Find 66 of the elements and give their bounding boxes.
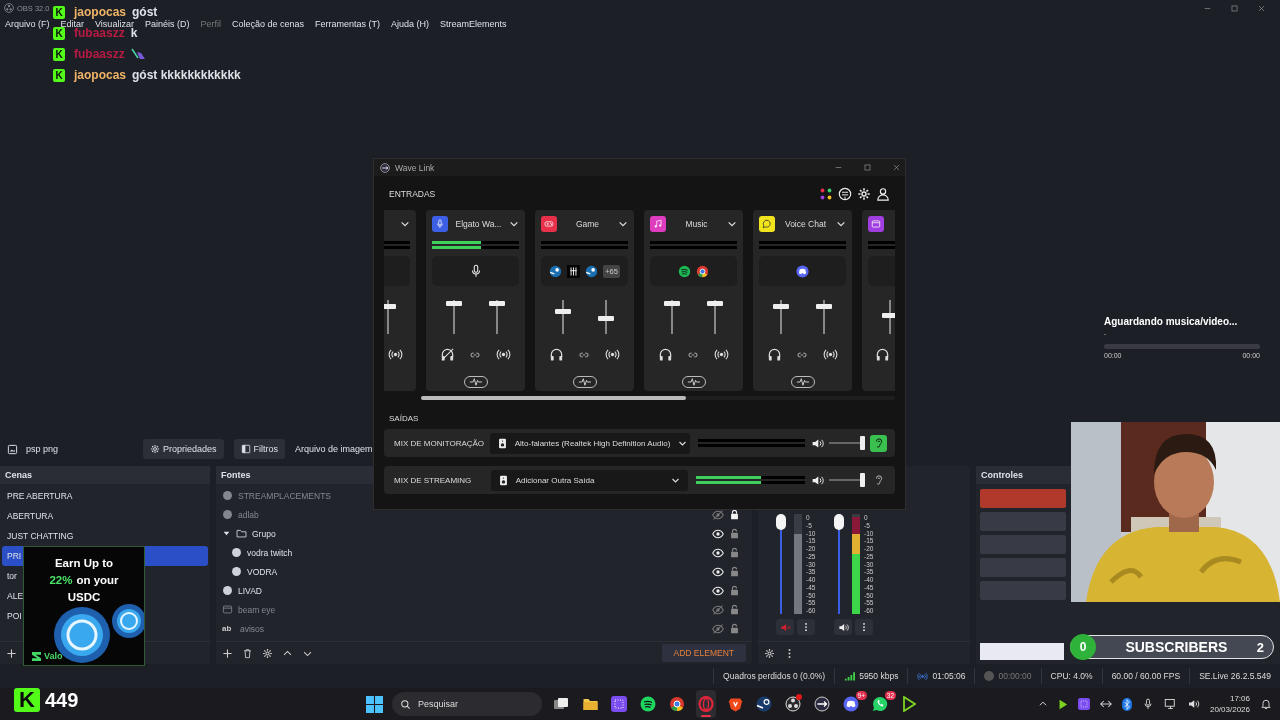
advert-text: Earn Up to — [53, 556, 115, 571]
chat-username: jaopocas — [74, 5, 127, 19]
properties-button[interactable]: Propriedades — [143, 439, 224, 459]
chat-message: góst kkkkkkkkkkkk — [132, 68, 241, 82]
channel-name: Elgato Wa... — [454, 219, 503, 229]
source-name[interactable]: VODRA — [247, 566, 278, 577]
output-device-dropdown[interactable]: Alto-falantes (Realtek High Definition Audio) — [489, 432, 690, 454]
advert-highlight: 22% — [49, 573, 73, 588]
section-label: SAÍDAS — [388, 413, 420, 425]
platform-badge: K — [53, 68, 65, 82]
version: SE.Live 26.2.5.549 — [1199, 671, 1271, 681]
clock-date: 20/03/2026 — [1209, 704, 1250, 715]
source-type: Arquivo de imagem — [295, 444, 373, 454]
text-source-label: ab — [222, 624, 233, 633]
menu-item[interactable]: Coleção de cenas — [231, 18, 304, 30]
scenes-header: Cenas — [0, 466, 210, 484]
menu-item[interactable]: Arquivo (F) — [5, 18, 50, 30]
platform-badge: K — [53, 5, 65, 19]
goal-label: SUBSCRIBERS — [1124, 639, 1229, 655]
channel-name: Game — [574, 219, 601, 229]
stream-time: 01:05:06 — [932, 671, 966, 681]
record-time: 00:00:00 — [998, 671, 1032, 681]
cpu-usage: CPU: 4.0% — [1050, 671, 1093, 681]
scene-item[interactable]: JUST CHATTING — [2, 526, 208, 546]
bitrate: 5950 kbps — [859, 671, 899, 681]
chat-username: jaopocas — [74, 68, 127, 82]
output-mix-label: MIX DE MONITORAÇÃO — [394, 438, 486, 448]
search-field[interactable]: Pesquisar — [392, 692, 542, 716]
source-name[interactable]: Grupo — [252, 528, 276, 539]
dropped-frames: Quadros perdidos 0 (0.0%) — [723, 671, 826, 681]
output-mix-label: MIX DE STREAMING — [394, 475, 473, 485]
menu-item[interactable]: Painéis (D) — [144, 18, 190, 30]
chat-username: fubaaszz — [74, 26, 125, 40]
source-name[interactable]: avisos — [240, 623, 265, 634]
source-name[interactable]: LIVAD — [238, 585, 262, 596]
channel-name: Voice Chat — [783, 219, 828, 229]
source-name[interactable]: STREAMPLACEMENTS — [238, 490, 332, 501]
source-name[interactable]: adlab — [238, 509, 259, 520]
viewer-count: 449 — [45, 688, 79, 712]
selected-source-name: psp png — [26, 444, 59, 454]
advert-text: on your — [76, 573, 119, 588]
chat-username: fubaaszz — [74, 47, 125, 61]
platform-badge: K — [14, 688, 40, 712]
fps: 60.00 / 60.00 FPS — [1111, 671, 1181, 681]
menu-item[interactable]: Ajuda (H) — [391, 18, 429, 30]
output-device-dropdown[interactable]: Adicionar Outra Saída — [490, 469, 689, 491]
channel-name: Music — [684, 219, 709, 229]
source-name[interactable]: beam eye — [238, 604, 276, 615]
source-name[interactable]: vodra twitch — [247, 547, 293, 558]
section-label: ENTRADAS — [389, 189, 436, 199]
chat-message: góst — [132, 5, 158, 19]
advert-brand: Valo — [44, 651, 63, 661]
menu-item[interactable]: Ferramentas (T) — [315, 18, 380, 30]
platform-badge: K — [53, 26, 65, 40]
advert-text: USDC — [66, 590, 102, 605]
add-element-button[interactable]: ADD ELEMENT — [661, 644, 746, 662]
track-title: Aguardando musica/video... — [1104, 316, 1239, 327]
clock-time: 17:06 — [1229, 693, 1250, 704]
scene-item[interactable]: ABERTURA — [2, 506, 208, 526]
platform-badge: K — [53, 47, 65, 61]
scene-item[interactable]: PRE ABERTURA — [2, 486, 208, 506]
goal-target: 2 — [1256, 639, 1265, 655]
window-title: Wave Link — [395, 162, 435, 173]
menu-item[interactable]: StreamElements — [440, 18, 507, 30]
chat-message: k — [130, 26, 138, 40]
filters-button[interactable]: Filtros — [233, 439, 286, 459]
